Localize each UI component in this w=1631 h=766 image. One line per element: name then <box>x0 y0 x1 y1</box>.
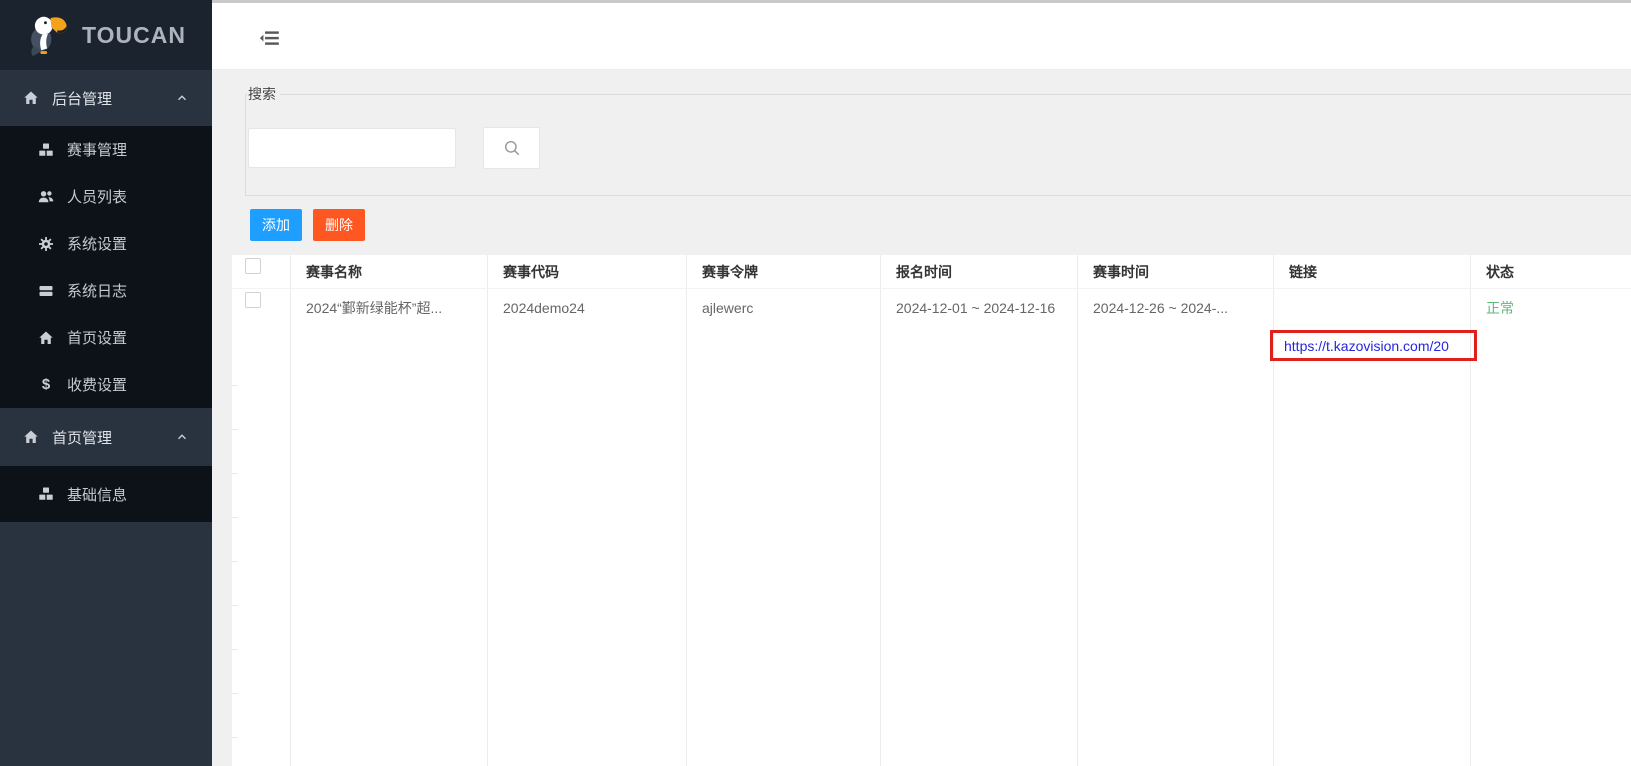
home-icon <box>38 330 54 346</box>
sidebar-item-label: 基础信息 <box>67 484 127 505</box>
top-header-bar <box>212 0 1631 70</box>
annotation-highlight-box: https://t.kazovision.com/20 <box>1270 330 1477 361</box>
cell-status: 正常 <box>1486 289 1514 333</box>
search-panel-title: 搜索 <box>247 84 280 104</box>
sidebar-section-backend[interactable]: 后台管理 <box>0 70 212 126</box>
collapse-sidebar-icon[interactable] <box>258 27 282 49</box>
dollar-icon: $ <box>38 376 54 393</box>
log-icon <box>38 283 54 299</box>
sidebar-item-label: 系统设置 <box>67 233 127 254</box>
col-header-event-token: 赛事令牌 <box>702 255 758 289</box>
sidebar-item-system-logs[interactable]: 系统日志 <box>0 267 212 314</box>
sidebar-item-label: 人员列表 <box>67 186 127 207</box>
home-icon <box>23 90 39 106</box>
sidebar-item-basic-info[interactable]: 基础信息 <box>0 466 212 522</box>
chevron-up-icon <box>174 429 190 445</box>
select-all-checkbox[interactable] <box>245 258 261 274</box>
sidebar-item-fee-settings[interactable]: $ 收费设置 <box>0 361 212 408</box>
fixed-column-row-lines <box>232 342 238 766</box>
sidebar: TOUCAN 后台管理 <box>0 0 212 766</box>
col-header-event-name: 赛事名称 <box>306 255 362 289</box>
search-icon <box>503 139 521 157</box>
cubes-icon <box>38 142 54 158</box>
toucan-logo-icon <box>26 11 70 59</box>
brand-name: TOUCAN <box>82 22 186 49</box>
sidebar-submenu-backend: 赛事管理 人员列表 <box>0 126 212 408</box>
cell-event-time: 2024-12-26 ~ 2024-... <box>1093 289 1228 333</box>
sidebar-item-homepage-settings[interactable]: 首页设置 <box>0 314 212 361</box>
sidebar-section-homepage[interactable]: 首页管理 <box>0 408 212 466</box>
table-row: 2024“鄞新绿能杯”超... 2024demo24 ajlewerc 2024… <box>232 289 1631 333</box>
col-header-link: 链接 <box>1289 255 1317 289</box>
cell-event-name: 2024“鄞新绿能杯”超... <box>306 289 442 333</box>
delete-button[interactable]: 删除 <box>313 209 365 241</box>
chevron-up-icon <box>174 90 190 106</box>
table-header-row: 赛事名称 赛事代码 赛事令牌 报名时间 赛事时间 链接 状态 <box>232 255 1631 289</box>
app-window: TOUCAN 后台管理 <box>0 0 1631 766</box>
col-header-event-time: 赛事时间 <box>1093 255 1149 289</box>
brand-logo: TOUCAN <box>0 0 212 70</box>
add-button[interactable]: 添加 <box>250 209 302 241</box>
events-table: 赛事名称 赛事代码 赛事令牌 报名时间 赛事时间 链接 状态 2024“鄞新绿能… <box>232 255 1631 766</box>
sidebar-item-event-management[interactable]: 赛事管理 <box>0 126 212 173</box>
sidebar-section-label: 后台管理 <box>52 88 112 109</box>
search-input[interactable] <box>248 128 456 168</box>
cell-signup-time: 2024-12-01 ~ 2024-12-16 <box>896 289 1055 333</box>
row-checkbox[interactable] <box>245 292 261 308</box>
sidebar-item-personnel-list[interactable]: 人员列表 <box>0 173 212 220</box>
search-panel: 搜索 <box>245 84 1631 196</box>
cubes-icon <box>38 486 54 502</box>
gear-icon <box>38 236 54 252</box>
users-icon <box>38 189 54 205</box>
sidebar-item-label: 系统日志 <box>67 280 127 301</box>
col-header-status: 状态 <box>1486 255 1514 289</box>
event-link[interactable]: https://t.kazovision.com/20 <box>1273 338 1449 354</box>
sidebar-item-system-settings[interactable]: 系统设置 <box>0 220 212 267</box>
sidebar-item-label: 赛事管理 <box>67 139 127 160</box>
cell-event-code: 2024demo24 <box>503 289 585 333</box>
sidebar-section-label: 首页管理 <box>52 427 112 448</box>
home-icon <box>23 429 39 445</box>
cell-event-token: ajlewerc <box>702 289 753 333</box>
search-button[interactable] <box>483 127 540 169</box>
sidebar-item-label: 首页设置 <box>67 327 127 348</box>
sidebar-submenu-homepage: 基础信息 <box>0 466 212 522</box>
col-header-signup-time: 报名时间 <box>896 255 952 289</box>
col-header-event-code: 赛事代码 <box>503 255 559 289</box>
sidebar-item-label: 收费设置 <box>67 374 127 395</box>
